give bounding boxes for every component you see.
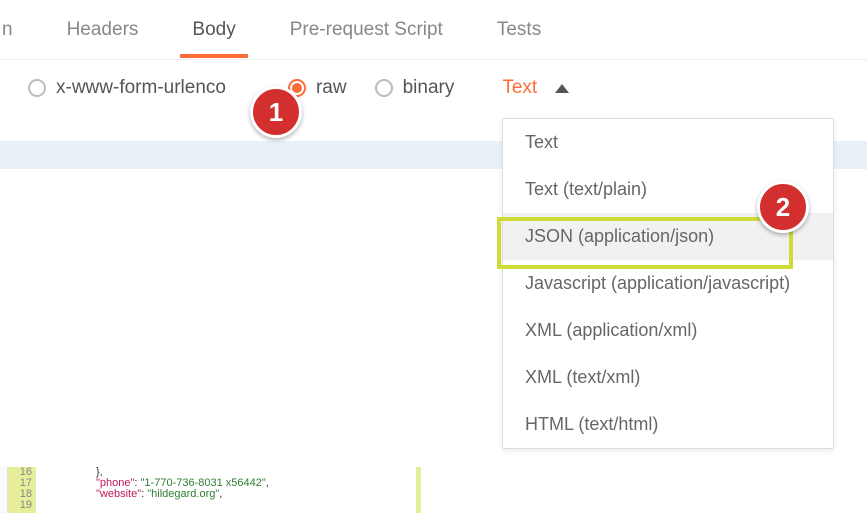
dropdown-item-xml-app[interactable]: XML (application/xml): [503, 307, 833, 354]
code-content[interactable]: }, "phone": "1-770-736-8031 x56442", "we…: [36, 467, 269, 513]
radio-label-binary: binary: [403, 77, 455, 99]
caret-up-icon: [555, 84, 569, 93]
format-dropdown-menu: Text Text (text/plain) JSON (application…: [502, 118, 834, 449]
radio-label-urlencoded: x-www-form-urlenco: [56, 77, 226, 99]
dropdown-item-html[interactable]: HTML (text/html): [503, 401, 833, 448]
dropdown-item-javascript[interactable]: Javascript (application/javascript): [503, 260, 833, 307]
radio-urlencoded[interactable]: x-www-form-urlenco: [28, 77, 226, 99]
tab-tests[interactable]: Tests: [489, 2, 549, 57]
format-dropdown-trigger[interactable]: Text: [502, 77, 569, 99]
code-val-website: "hildegard.org": [147, 488, 219, 500]
callout-2: 2: [757, 181, 809, 233]
dropdown-item-xml-text[interactable]: XML (text/xml): [503, 354, 833, 401]
body-type-row: x-www-form-urlenco raw binary Text: [0, 60, 867, 116]
tab-headers[interactable]: Headers: [59, 2, 147, 57]
radio-icon: [375, 79, 393, 97]
radio-icon: [28, 79, 46, 97]
format-dropdown-label: Text: [502, 77, 537, 99]
code-marker: [416, 467, 421, 513]
tab-prerequest[interactable]: Pre-request Script: [282, 2, 451, 57]
line-gutter: 16 17 18 19: [8, 467, 36, 513]
gutter-margin: [0, 467, 8, 513]
line-num-19: 19: [12, 500, 32, 511]
code-editor[interactable]: 16 17 18 19 }, "phone": "1-770-736-8031 …: [0, 467, 867, 513]
radio-label-raw: raw: [316, 77, 347, 99]
radio-binary[interactable]: binary: [375, 77, 455, 99]
callout-1: 1: [250, 86, 302, 138]
tab-body[interactable]: Body: [184, 2, 243, 57]
dropdown-item-text[interactable]: Text: [503, 119, 833, 166]
code-key-website: "website": [96, 488, 141, 500]
tab-partial[interactable]: n: [0, 2, 21, 57]
request-tabs: n Headers Body Pre-request Script Tests: [0, 0, 867, 60]
